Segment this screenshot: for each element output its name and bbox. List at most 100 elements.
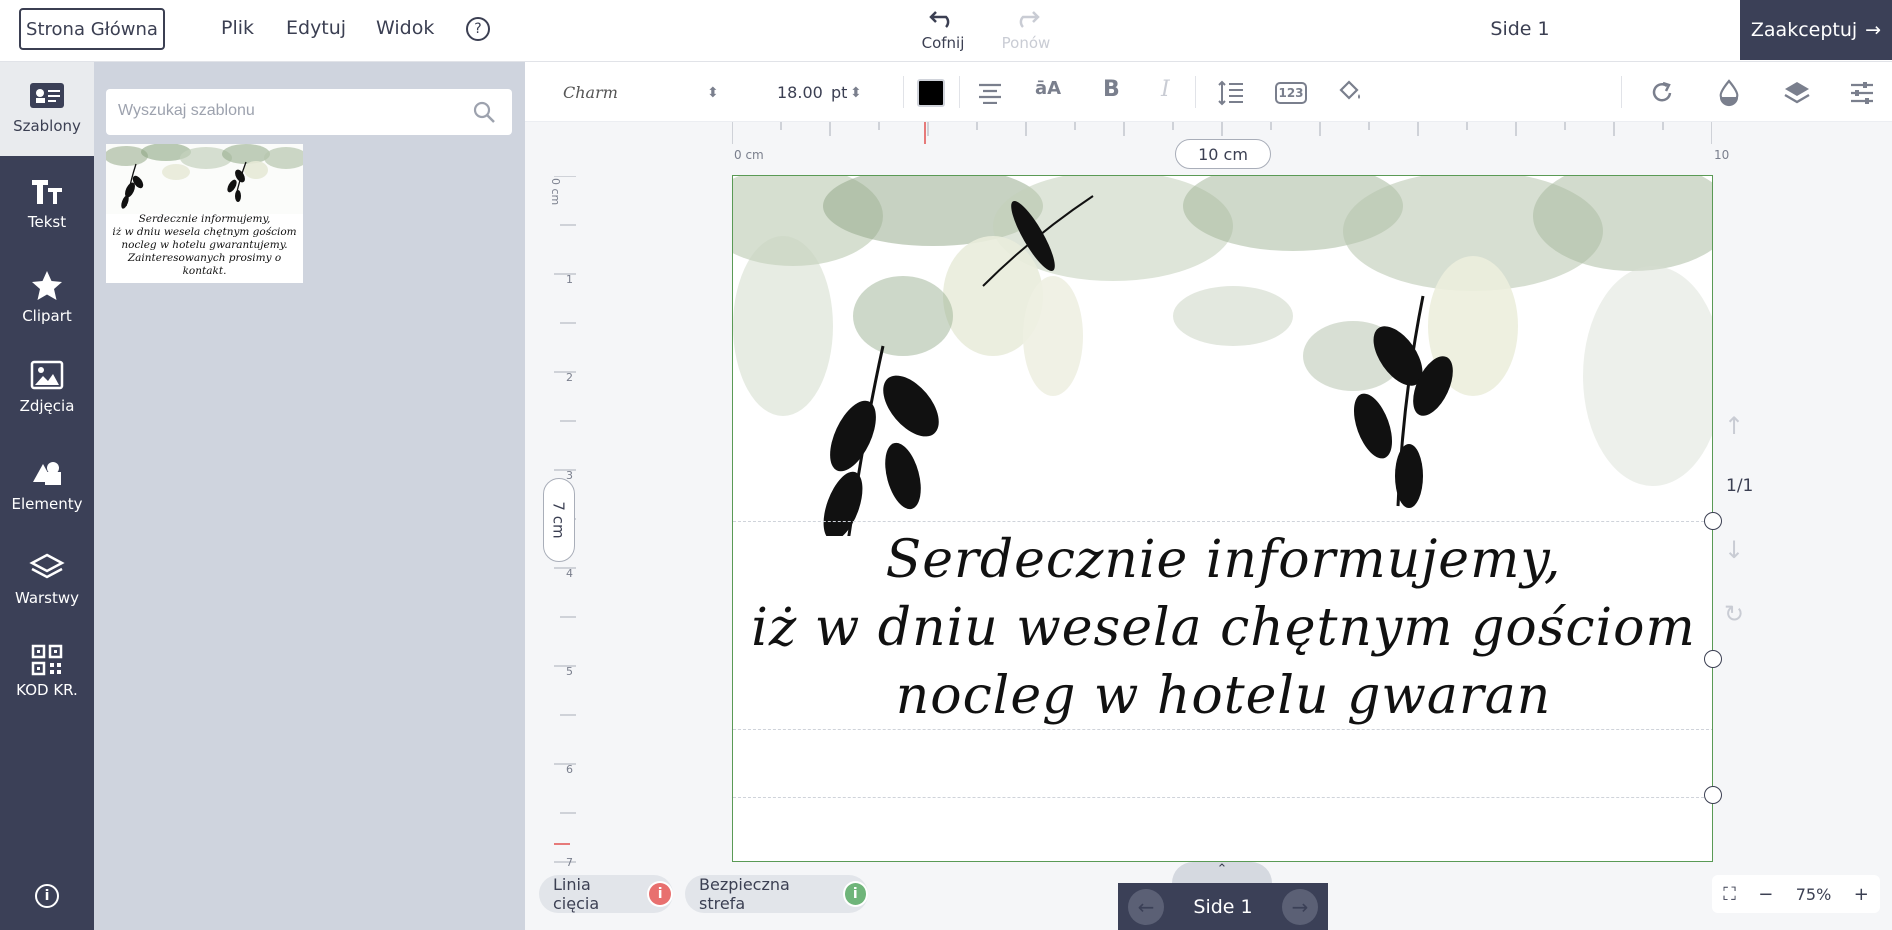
opacity-drop-icon[interactable] [1717,79,1741,107]
nav-elements[interactable]: Elementy [0,458,94,513]
info-icon: i [842,881,868,907]
layers-icon [29,553,65,579]
fill-bucket-icon[interactable] [1337,78,1363,104]
cut-line-toggle[interactable]: Linia cięcia i [539,875,673,913]
search-icon[interactable] [472,100,496,124]
rotate-icon[interactable] [1649,80,1675,106]
collapse-pages-icon[interactable]: ⌃ [1172,862,1272,883]
font-size-input[interactable]: 18.00 [777,83,823,102]
nav-label: Zdjęcia [19,397,75,415]
nav-layers[interactable]: Warstwy [0,552,94,607]
width-dimension-label: 10 cm [1175,139,1271,169]
height-dimension-label: 7 cm [543,478,575,562]
floral-thumbnail-image [106,144,303,214]
side-navigator: ← Side 1 → [1118,883,1328,930]
ruler-label-vertical: 0 cm [549,178,562,206]
layers-icon[interactable] [1783,80,1811,106]
nav-label: Clipart [22,307,72,325]
template-thumbnail[interactable]: Serdecznie informujemy, iż w dniu wesela… [106,144,303,283]
font-unit-select[interactable]: pt [831,83,847,102]
safe-zone-toggle[interactable]: Bezpieczna strefa i [685,875,868,913]
text-toolbar: Charm ⬍ 18.00 pt ⬍ āA B I 123 [525,62,1892,122]
letter-spacing-icon[interactable]: 123 [1275,82,1307,104]
text-icon [32,180,62,204]
safe-zone-guide [733,797,1712,798]
side-nav-label: Side 1 [1193,895,1253,918]
italic-icon[interactable]: I [1161,77,1170,102]
canvas-text-line: nocleg w hotelu gwaran [895,666,1552,726]
fullscreen-icon[interactable]: ⛶ [1723,884,1736,905]
arrow-up-icon[interactable]: ↑ [1724,412,1744,440]
redo-icon [1019,11,1040,28]
select-arrows-icon: ⬍ [850,85,862,101]
nav-label: KOD KR. [16,681,78,699]
image-icon [30,360,64,390]
undo-button[interactable]: Cofnij [915,8,971,52]
nav-text[interactable]: Tekst [0,176,94,231]
nav-photos[interactable]: Zdjęcia [0,360,94,415]
nav-label: Szablony [13,117,81,135]
thumbnail-text: Serdecznie informujemy, iż w dniu wesela… [106,213,303,278]
thumbnail-line: Zainteresowanych prosimy o kontakt. [127,252,282,277]
page-count: 1/1 [1726,476,1754,496]
template-search-input[interactable] [118,89,458,133]
ruler-label-vertical: 2 [566,371,573,384]
template-search [106,89,512,135]
redo-button[interactable]: Ponów [998,8,1054,52]
left-nav: Szablony Tekst Clipart Zdjęcia Elementy … [0,62,94,930]
top-bar: Strona Główna Plik Edytuj Widok ? Cofnij… [0,0,1892,62]
ruler-label-start: 0 cm [734,148,764,162]
next-side-icon[interactable]: → [1282,888,1318,925]
line-height-icon[interactable] [1217,80,1245,106]
text-case-icon[interactable]: āA [1035,78,1061,99]
star-icon [32,271,62,300]
ruler-label-end: 10 [1714,148,1730,162]
undo-label: Cofnij [921,34,965,52]
info-icon[interactable]: i [35,884,59,908]
thumbnail-line: iż w dniu wesela chętnym gościom [112,226,297,238]
accept-label: Zaakceptuj [1750,19,1858,41]
thumbnail-line: Serdecznie informujemy, [138,213,271,225]
templates-panel: Serdecznie informujemy, iż w dniu wesela… [94,62,525,930]
zoom-level: 75% [1795,884,1832,904]
redo-label: Ponów [1001,34,1051,52]
canvas-text-box[interactable]: Serdecznie informujemy, iż w dniu wesela… [733,526,1712,730]
floral-background-image [733,176,1712,536]
text-color-swatch[interactable] [917,79,945,107]
help-icon[interactable]: ? [466,17,490,41]
ruler-label-vertical: 1 [566,273,573,286]
divider [903,76,904,108]
settings-sliders-icon[interactable] [1849,80,1875,106]
ruler-label-vertical: 6 [566,763,573,776]
home-button[interactable]: Strona Główna [19,8,165,50]
nav-label: Warstwy [14,589,80,607]
height-dimension-text: 7 cm [550,501,569,539]
zoom-in-icon[interactable]: + [1854,884,1869,905]
bold-icon[interactable]: B [1103,77,1120,102]
select-arrows-icon: ⬍ [707,85,719,101]
resize-handle[interactable] [1704,512,1722,530]
ruler-label-vertical: 5 [566,665,573,678]
previous-side-icon[interactable]: ← [1128,888,1164,925]
nav-templates[interactable]: Szablony [0,62,94,156]
shapes-icon [33,462,61,485]
info-icon: i [647,881,673,907]
accept-button[interactable]: Zaakceptuj → [1740,0,1892,60]
resize-handle[interactable] [1704,650,1722,668]
nav-clipart[interactable]: Clipart [0,270,94,325]
menu-edit[interactable]: Edytuj [286,17,346,39]
refresh-icon[interactable]: ↻ [1724,600,1744,628]
divider [1621,76,1622,108]
resize-handle[interactable] [1704,786,1722,804]
nav-qr[interactable]: KOD KR. [0,644,94,699]
ruler-label-vertical: 4 [566,567,573,580]
align-center-icon[interactable] [977,82,1003,104]
menu-file[interactable]: Plik [221,17,254,39]
menu-view[interactable]: Widok [376,17,434,39]
design-canvas[interactable]: Serdecznie informujemy, iż w dniu wesela… [732,175,1713,862]
font-family-select[interactable]: Charm [563,83,618,102]
zoom-out-icon[interactable]: − [1758,884,1773,905]
canvas-text-line: iż w dniu wesela chętnym gościom [751,598,1696,658]
arrow-down-icon[interactable]: ↓ [1724,536,1744,564]
thumbnail-line: nocleg w hotelu gwarantujemy. [121,239,288,251]
